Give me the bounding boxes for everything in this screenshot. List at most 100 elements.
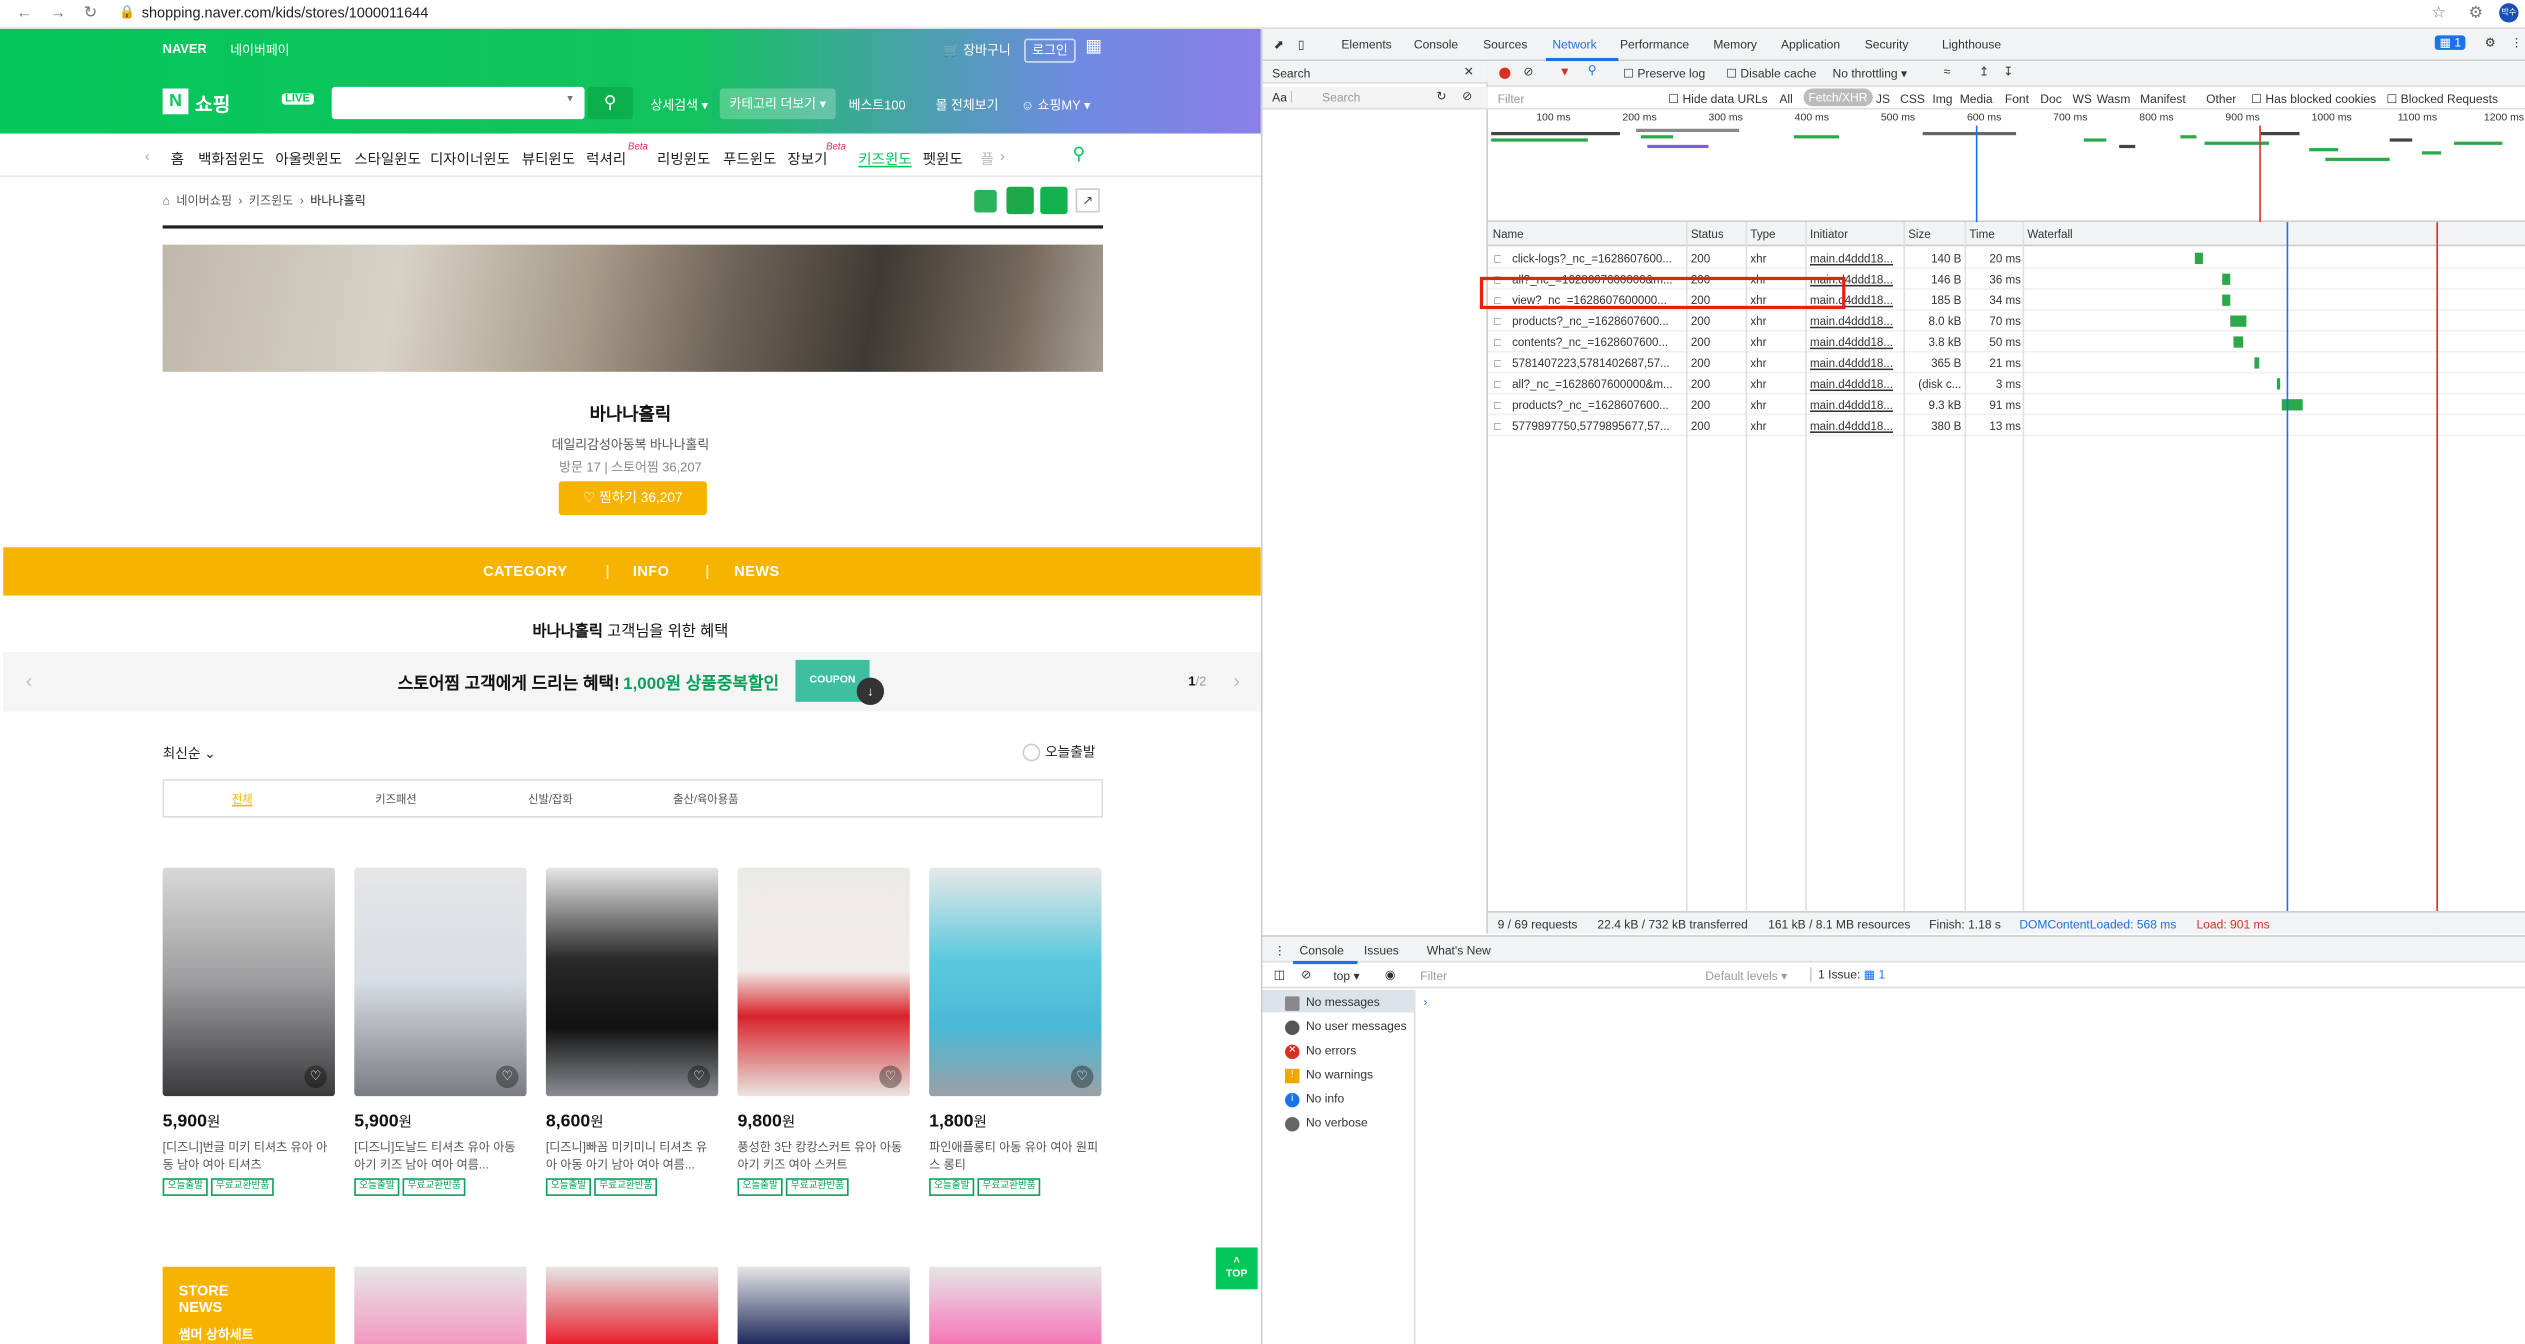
col-time[interactable]: Time xyxy=(1969,227,1994,241)
cat-living[interactable]: 리빙윈도 xyxy=(657,148,710,169)
bookmark-icon[interactable] xyxy=(1040,186,1068,215)
category-more-button[interactable]: 카테고리 더보기 ▾ xyxy=(719,88,836,120)
col-waterfall[interactable]: Waterfall xyxy=(2027,227,2072,241)
product-image[interactable]: ♡ xyxy=(162,867,335,1097)
tab-console[interactable]: Console xyxy=(1414,37,1458,51)
tab-news[interactable]: NEWS xyxy=(734,563,779,579)
bookmark-star-icon[interactable]: ☆ xyxy=(2432,5,2446,23)
apps-grid-icon[interactable]: ▦ xyxy=(1085,35,1102,56)
naver-pay-link[interactable]: 네이버페이 xyxy=(230,42,289,60)
tab-sources[interactable]: Sources xyxy=(1483,37,1527,51)
request-initiator[interactable]: main.d4ddd18... xyxy=(1810,377,1900,391)
search-button[interactable]: ⚲ xyxy=(587,86,633,120)
heart-icon[interactable]: ♡ xyxy=(495,1065,519,1089)
blocked-cookies-checkbox[interactable]: ☐ Has blocked cookies xyxy=(2251,92,2376,106)
product-image[interactable]: ♡ xyxy=(545,867,719,1097)
breadcrumb-item[interactable]: 네이버쇼핑 xyxy=(176,192,232,210)
col-name[interactable]: Name xyxy=(1493,227,1524,241)
filter-tab-baby[interactable]: 출산/육아용품 xyxy=(673,792,738,808)
more-menu-icon[interactable]: ⋮ xyxy=(2510,35,2522,49)
product-card[interactable]: ♡ 1,800원 파인애플롱티 아동 유아 여아 원피스 롱티 오늘출발 무료교환… xyxy=(929,867,1102,1196)
tab-memory[interactable]: Memory xyxy=(1713,37,1757,51)
tab-network[interactable]: Network xyxy=(1552,37,1596,51)
request-row[interactable]: □ click-logs?_nc_=1628607600... 200 xhr main… xyxy=(1487,248,2525,269)
heart-icon[interactable]: ♡ xyxy=(687,1065,711,1089)
issues-badge[interactable]: ▦ 1 xyxy=(2434,35,2466,50)
import-icon[interactable]: ↥ xyxy=(1979,64,1989,78)
reload-icon[interactable]: ↻ xyxy=(84,5,98,23)
tab-elements[interactable]: Elements xyxy=(1341,37,1391,51)
product-card[interactable]: ♡ 8,600원 [디즈니]빠꼼 미키미니 티셔츠 유아 아동 아기 남아 여아… xyxy=(545,867,719,1196)
product-card[interactable]: ♡ 9,800원 풍성한 3단 캉캉스커트 유아 아동 아기 키즈 여아 스커트… xyxy=(737,867,910,1196)
product-image[interactable]: ♡ xyxy=(737,867,910,1097)
tab-application[interactable]: Application xyxy=(1781,37,1840,51)
drawer-menu-icon[interactable]: ⋮ xyxy=(1274,943,1286,957)
type-media[interactable]: Media xyxy=(1960,92,1993,106)
shopping-logo-text[interactable]: 쇼핑 xyxy=(195,90,231,117)
cat-home[interactable]: 홈 xyxy=(171,148,184,169)
tab-lighthouse[interactable]: Lighthouse xyxy=(1942,37,2001,51)
hide-data-urls-checkbox[interactable]: ☐ Hide data URLs xyxy=(1668,92,1767,106)
levels-select[interactable]: Default levels ▾ xyxy=(1705,969,1787,983)
cat-pet[interactable]: 펫윈도 xyxy=(923,148,963,169)
type-doc[interactable]: Doc xyxy=(2040,92,2061,106)
drawer-tab-whats-new[interactable]: What's New xyxy=(1427,943,1491,957)
device-toolbar-icon[interactable]: ▯ xyxy=(1298,37,1305,51)
clear-log-icon[interactable]: ⊘ xyxy=(1523,64,1533,78)
product-name[interactable]: 풍성한 3단 캉캉스커트 유아 아동 아기 키즈 여아 스커트 xyxy=(738,1138,910,1173)
filter-tab-fashion[interactable]: 키즈패션 xyxy=(375,792,416,808)
console-filter-warnings[interactable]: ! No warnings xyxy=(1285,1067,1373,1083)
col-initiator[interactable]: Initiator xyxy=(1810,227,1848,241)
filter-funnel-icon[interactable]: ▼ xyxy=(1559,64,1571,78)
cat-department[interactable]: 백화점윈도 xyxy=(198,148,265,169)
talk-icon[interactable] xyxy=(974,189,997,213)
request-initiator[interactable]: main.d4ddd18... xyxy=(1810,314,1900,328)
search-field[interactable]: Search xyxy=(1322,90,1360,104)
clear-console-icon[interactable]: ⊘ xyxy=(1301,967,1311,981)
type-js[interactable]: JS xyxy=(1876,92,1890,106)
console-filter-verbose[interactable]: No verbose xyxy=(1285,1115,1368,1131)
breadcrumb-item[interactable]: 키즈윈도 xyxy=(249,192,293,210)
wifi-icon[interactable]: ≈ xyxy=(1944,64,1951,78)
search-icon[interactable]: ⚲ xyxy=(1072,143,1085,164)
cat-food[interactable]: 푸드윈도 xyxy=(723,148,776,169)
console-prompt[interactable]: › xyxy=(1424,995,1428,1009)
live-badge[interactable]: LIVE xyxy=(281,93,314,105)
col-type[interactable]: Type xyxy=(1750,227,1775,241)
profile-avatar[interactable]: 박수 xyxy=(2499,3,2519,23)
type-all[interactable]: All xyxy=(1779,92,1792,106)
cat-kids[interactable]: 키즈윈도 xyxy=(858,148,911,169)
prev-arrow-icon[interactable]: ‹ xyxy=(145,148,150,164)
type-other[interactable]: Other xyxy=(2206,92,2236,106)
product-name[interactable]: [디즈니]번글 미키 티셔츠 유아 아동 남아 여아 티셔츠 xyxy=(163,1138,335,1173)
cat-beauty[interactable]: 뷰티윈도 xyxy=(522,148,575,169)
filter-tab-all[interactable]: 전체 xyxy=(232,792,253,808)
product-image[interactable]: ♡ xyxy=(929,867,1102,1097)
login-button[interactable]: 로그인 xyxy=(1024,38,1076,63)
request-initiator[interactable]: main.d4ddd18... xyxy=(1810,335,1900,349)
col-status[interactable]: Status xyxy=(1691,227,1724,241)
type-css[interactable]: CSS xyxy=(1900,92,1925,106)
console-filter-info[interactable]: i No info xyxy=(1285,1091,1344,1107)
product-image[interactable]: ♡ xyxy=(354,867,527,1097)
type-wasm[interactable]: Wasm xyxy=(2097,92,2131,106)
request-row[interactable]: □ 5781407223,5781402687,57... 200 xhr main.d… xyxy=(1487,353,2525,374)
console-filter-user[interactable]: No user messages xyxy=(1285,1019,1407,1035)
shopping-my-link[interactable]: ☺ 쇼핑MY ▾ xyxy=(1021,97,1091,115)
home-icon[interactable]: ⌂ xyxy=(163,193,170,207)
request-row[interactable]: □ 5779897750,5779895677,57... 200 xhr main.d… xyxy=(1487,415,2525,437)
console-filter-input[interactable]: Filter xyxy=(1420,969,1447,983)
eye-icon[interactable]: ◉ xyxy=(1385,967,1396,981)
type-ws[interactable]: WS xyxy=(2072,92,2091,106)
cat-more[interactable]: 플 xyxy=(981,148,994,169)
heart-icon[interactable]: ♡ xyxy=(304,1065,327,1089)
detail-search-link[interactable]: 상세검색 ▾ xyxy=(651,97,708,115)
disable-cache-checkbox[interactable]: ☐ Disable cache xyxy=(1726,66,1816,80)
product-name[interactable]: [디즈니]빠꼼 미키미니 티셔츠 유아 아동 아기 남아 여아 여름... xyxy=(546,1138,718,1173)
inspect-icon[interactable]: ⬈ xyxy=(1274,37,1284,51)
cat-style[interactable]: 스타일윈도 xyxy=(354,148,421,169)
cart-link[interactable]: 🛒 장바구니 xyxy=(944,42,1011,60)
product-name[interactable]: [디즈니]도날드 티셔츠 유아 아동 아기 키즈 남아 여아 여름... xyxy=(354,1138,526,1173)
search-icon[interactable]: ⚲ xyxy=(1588,63,1597,77)
request-initiator[interactable]: main.d4ddd18... xyxy=(1810,398,1900,412)
